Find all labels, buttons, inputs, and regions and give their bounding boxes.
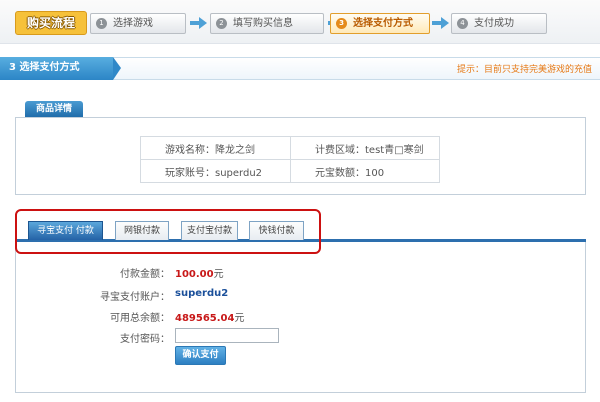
step-number: 3 xyxy=(336,18,347,29)
player-account: 玩家账号：superdu2 xyxy=(140,159,291,183)
account-label: 寻宝支付账户： xyxy=(100,292,170,303)
table-row: 玩家账号：superdu2 元宝数额：100 xyxy=(140,159,440,183)
section-tip: 提示：目前只支持完美游戏的充值 xyxy=(456,65,592,75)
balance-value: 489565.04 xyxy=(175,313,235,324)
billing-region: 计费区域：test青□寒剑 xyxy=(290,136,440,160)
amount-value: 100.00 xyxy=(175,269,214,280)
purchase-process-bar: 购买流程 1 选择游戏 2 填写购买信息 3 选择支付方式 4 支付成功 xyxy=(0,0,600,44)
table-row: 游戏名称：降龙之剑 计费区域：test青□寒剑 xyxy=(140,136,440,160)
product-details-tab: 商品详情 xyxy=(25,101,83,118)
step-label: 填写购买信息 xyxy=(233,18,293,29)
step-number: 1 xyxy=(96,18,107,29)
step-select-game[interactable]: 1 选择游戏 xyxy=(90,13,186,34)
highlight-box xyxy=(15,209,321,254)
balance-row: 489565.04元 xyxy=(175,309,244,324)
section-header: 3 选择支付方式 提示：目前只支持完美游戏的充值 xyxy=(0,57,600,80)
payment-page: 购买流程 1 选择游戏 2 填写购买信息 3 选择支付方式 4 支付成功 3 选… xyxy=(0,0,600,402)
balance-label: 可用总余额： xyxy=(110,313,170,324)
step-label: 选择游戏 xyxy=(113,18,153,29)
step-select-payment[interactable]: 3 选择支付方式 xyxy=(330,13,430,34)
arrow-right-icon xyxy=(190,17,208,29)
step-number: 4 xyxy=(457,18,468,29)
payment-password-input[interactable] xyxy=(175,328,279,343)
step-label: 选择支付方式 xyxy=(353,18,413,29)
arrow-right-icon xyxy=(432,17,450,29)
game-name: 游戏名称：降龙之剑 xyxy=(140,136,291,160)
balance-unit: 元 xyxy=(234,313,245,324)
amount-row: 100.00元 xyxy=(175,265,224,280)
step-number: 2 xyxy=(216,18,227,29)
amount-unit: 元 xyxy=(213,269,224,280)
step-label: 支付成功 xyxy=(474,18,514,29)
amount-label: 付款金额： xyxy=(120,269,170,280)
section-title: 3 选择支付方式 xyxy=(0,57,121,80)
step-payment-success[interactable]: 4 支付成功 xyxy=(451,13,547,34)
product-info-table: 游戏名称：降龙之剑 计费区域：test青□寒剑 玩家账号：superdu2 元宝… xyxy=(140,136,440,183)
account-value: superdu2 xyxy=(175,288,229,299)
password-label: 支付密码： xyxy=(120,334,170,345)
ingot-amount: 元宝数额：100 xyxy=(290,159,440,183)
step-fill-info[interactable]: 2 填写购买信息 xyxy=(210,13,324,34)
process-title: 购买流程 xyxy=(15,11,87,35)
confirm-payment-button[interactable]: 确认支付 xyxy=(175,346,226,365)
